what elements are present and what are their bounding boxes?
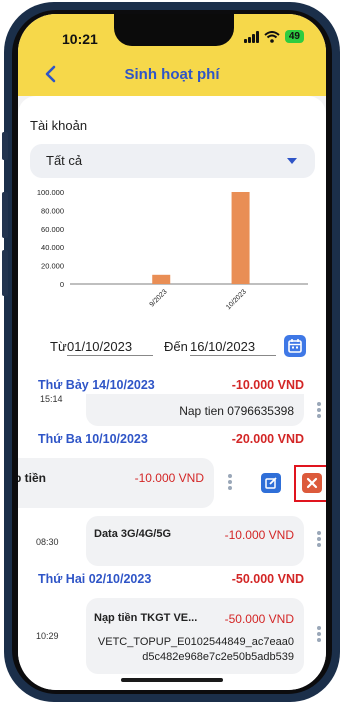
transaction-amount: -10.000 VND [134,471,204,485]
home-indicator [121,678,223,682]
expense-chart: 0 20.000 40.000 60.000 80.000 100.000 9/2023 10… [37,188,308,311]
signal-icon [243,30,259,43]
transaction-card[interactable]: Data 3G/4G/5G -10.000 VND [86,516,304,566]
status-icons: 49 [243,30,304,43]
more-options-icon[interactable] [317,531,321,549]
chart-y-tick-label: 40.000 [41,243,64,252]
transaction-card-swiped[interactable]: p tiền -10.000 VND [18,458,214,508]
day-group-header: Thứ Bảy 14/10/2023 -10.000 VND [18,376,326,396]
from-date-input[interactable]: 01/10/2023 [67,339,153,356]
edit-button[interactable] [261,473,281,493]
calendar-button[interactable] [284,335,306,357]
day-group-header: Thứ Ba 10/10/2023 -20.000 VND [18,430,326,450]
more-options-icon[interactable] [317,402,321,420]
edit-icon [265,477,277,489]
transaction-card[interactable]: Nạp tiền TKGT VE... -50.000 VND VETC_TOP… [86,598,304,674]
delete-button[interactable] [302,473,322,493]
transaction-time: 15:14 [40,394,63,404]
page-title: Sinh hoạt phí [124,66,220,83]
day-label: Thứ Ba 10/10/2023 [38,432,148,446]
more-options-icon[interactable] [228,474,232,492]
account-label: Tài khoản [30,118,88,133]
day-group-header: Thứ Hai 02/10/2023 -50.000 VND [18,570,326,590]
camera-notch [114,14,234,46]
chart-y-tick-label: 20.000 [41,262,64,271]
more-options-icon[interactable] [317,626,321,644]
transaction-note-line1: VETC_TOPUP_E0102544849_ac7eaa0 [97,636,294,648]
chart-x-tick-label: 10/2023 [225,288,248,311]
transaction-amount: -50.000 VND [224,612,294,626]
transaction-title: Nạp tiền TKGT VE... [94,612,198,624]
transaction-card[interactable]: Nap tien 0796635398 [86,394,304,426]
calendar-icon [288,339,302,353]
status-time: 10:21 [62,31,98,47]
account-select-value: Tất cả [46,153,83,168]
volume-up-button [2,192,8,238]
chart-bar [231,192,250,284]
transaction-note-line2: d5c482e968e7c2e50b5adb539 [142,651,294,663]
from-date-label: Từ [50,339,67,354]
battery-icon: 49 [284,30,304,43]
chart-bar [152,274,171,284]
chart-y-tick-label: 60.000 [41,225,64,234]
account-select[interactable]: Tất cả [30,144,315,178]
transaction-title: Data 3G/4G/5G [94,528,172,540]
volume-down-button [2,250,8,296]
chart-y-tick-label: 80.000 [41,206,64,215]
chart-x-tick-label: 9/2023 [149,288,169,308]
to-date-label: Đến [164,339,188,354]
transaction-amount: -10.000 VND [224,528,294,542]
transaction-time: 08:30 [36,537,59,547]
day-total: -50.000 VND [231,572,304,586]
day-total: -10.000 VND [231,378,304,392]
close-icon [306,477,318,489]
wifi-icon [264,30,280,43]
app-screen: 10:21 49 Sinh hoạt phí Tài khoản Tất cả … [18,14,326,690]
chevron-down-icon [287,158,297,164]
day-label: Thứ Hai 02/10/2023 [38,572,152,586]
transaction-note: Nap tien 0796635398 [179,404,294,418]
mute-switch [2,132,8,160]
chart-y-tick-label: 0 [60,280,64,289]
to-date-input[interactable]: 16/10/2023 [190,339,276,356]
transaction-title: p tiền [18,471,46,485]
transaction-time: 10:29 [36,631,59,641]
chart-y-tick-label: 100.000 [37,188,64,197]
day-label: Thứ Bảy 14/10/2023 [38,378,155,392]
day-total: -20.000 VND [231,432,304,446]
main-content: Tài khoản Tất cả 0 20.000 40.000 60.000 80.0… [18,96,326,690]
app-header: 10:21 49 Sinh hoạt phí [18,14,326,96]
